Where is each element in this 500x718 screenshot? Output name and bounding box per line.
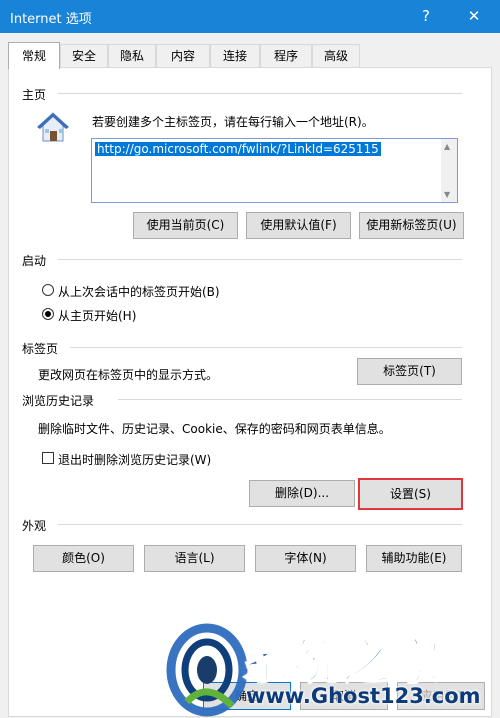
title-bar: Internet 选项 ? ✕ — [0, 0, 500, 33]
scroll-down-icon[interactable]: ▼ — [444, 190, 450, 199]
accessibility-button[interactable]: 辅助功能(E) — [366, 545, 462, 572]
startup-divider — [58, 259, 462, 260]
colors-button[interactable]: 颜色(O) — [33, 545, 134, 572]
delete-button[interactable]: 删除(D)... — [249, 480, 355, 507]
tab-security[interactable]: 安全 — [60, 44, 108, 67]
tabs-description: 更改网页在标签页中的显示方式。 — [38, 368, 219, 382]
scroll-up-icon[interactable]: ▲ — [444, 142, 450, 151]
help-button[interactable]: ? — [412, 4, 440, 28]
radio-last-session[interactable] — [42, 284, 54, 296]
tabs-divider — [70, 347, 462, 348]
tab-privacy[interactable]: 隐私 — [108, 44, 156, 67]
watermark-url: www.Ghost123.com — [246, 684, 481, 708]
house-icon — [37, 112, 69, 142]
fonts-button[interactable]: 字体(N) — [255, 545, 356, 572]
use-default-button[interactable]: 使用默认值(F) — [246, 212, 351, 239]
startup-heading: 启动 — [22, 254, 47, 268]
appearance-heading: 外观 — [22, 519, 47, 533]
watermark-logo-icon — [166, 623, 248, 717]
delete-on-exit-checkbox[interactable] — [42, 452, 54, 464]
appearance-divider — [58, 524, 462, 525]
homepage-url: http://go.microsoft.com/fwlink/?LinkId=6… — [95, 142, 381, 156]
delete-on-exit-label[interactable]: 退出时删除浏览历史记录(W) — [58, 451, 211, 468]
close-button[interactable]: ✕ — [460, 4, 488, 28]
tab-programs[interactable]: 程序 — [260, 44, 312, 67]
watermark: 系统之家 www.Ghost123.com — [166, 620, 500, 718]
radio-homepage[interactable] — [42, 308, 54, 320]
use-new-tab-button[interactable]: 使用新标签页(U) — [359, 212, 464, 239]
tabs-settings-button[interactable]: 标签页(T) — [357, 358, 462, 385]
homepage-divider — [58, 93, 462, 94]
url-scrollbar[interactable]: ▲ ▼ — [441, 139, 457, 202]
homepage-instruction: 若要创建多个主标签页，请在每行输入一个地址(R)。 — [92, 115, 374, 129]
history-heading: 浏览历史记录 — [22, 394, 95, 408]
tab-advanced[interactable]: 高级 — [312, 44, 360, 67]
watermark-title: 系统之家 — [241, 633, 443, 691]
use-current-button[interactable]: 使用当前页(C) — [133, 212, 238, 239]
radio-homepage-label[interactable]: 从主页开始(H) — [58, 307, 136, 324]
tab-general[interactable]: 常规 — [8, 42, 60, 69]
tab-content[interactable]: 内容 — [156, 44, 210, 67]
history-divider — [118, 399, 462, 400]
radio-last-session-label[interactable]: 从上次会话中的标签页开始(B) — [58, 283, 220, 300]
homepage-heading: 主页 — [22, 88, 47, 102]
window-title: Internet 选项 — [10, 12, 92, 27]
homepage-url-field[interactable]: http://go.microsoft.com/fwlink/?LinkId=6… — [91, 138, 458, 203]
tabs-heading: 标签页 — [22, 342, 59, 356]
radio-selected-dot — [45, 311, 51, 317]
tab-connections[interactable]: 连接 — [210, 44, 260, 67]
history-description: 删除临时文件、历史记录、Cookie、保存的密码和网页表单信息。 — [38, 422, 391, 436]
history-settings-button[interactable]: 设置(S) — [358, 478, 463, 510]
languages-button[interactable]: 语言(L) — [144, 545, 245, 572]
